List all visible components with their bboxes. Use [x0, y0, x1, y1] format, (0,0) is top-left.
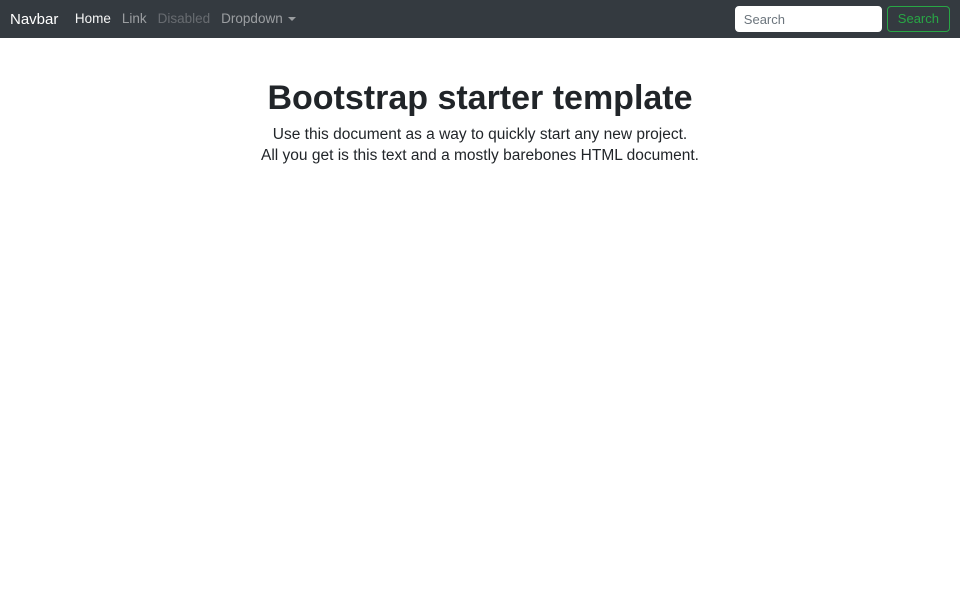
navbar: Navbar Home Link Disabled Dropdown Searc… [0, 0, 960, 38]
nav-item-dropdown[interactable]: Dropdown [216, 0, 302, 38]
navbar-nav: Home Link Disabled Dropdown [69, 0, 301, 38]
navbar-brand[interactable]: Navbar [10, 11, 58, 28]
search-button[interactable]: Search [886, 6, 950, 32]
lead-line-2: All you get is this text and a mostly ba… [261, 146, 699, 164]
nav-item-link[interactable]: Link [116, 0, 152, 38]
caret-down-icon [287, 17, 296, 21]
lead-line-1: Use this document as a way to quickly st… [272, 125, 688, 143]
page-title: Bootstrap starter template [267, 79, 693, 117]
nav-item-disabled: Disabled [157, 11, 211, 26]
search-input[interactable] [734, 6, 882, 32]
lead-paragraph: Use this document as a way to quickly st… [0, 124, 960, 166]
main-content: Bootstrap starter template Use this docu… [0, 78, 960, 166]
nav-item-home[interactable]: Home [69, 0, 116, 38]
search-form: Search [734, 6, 950, 32]
nav-item-dropdown-label: Dropdown [221, 11, 283, 26]
